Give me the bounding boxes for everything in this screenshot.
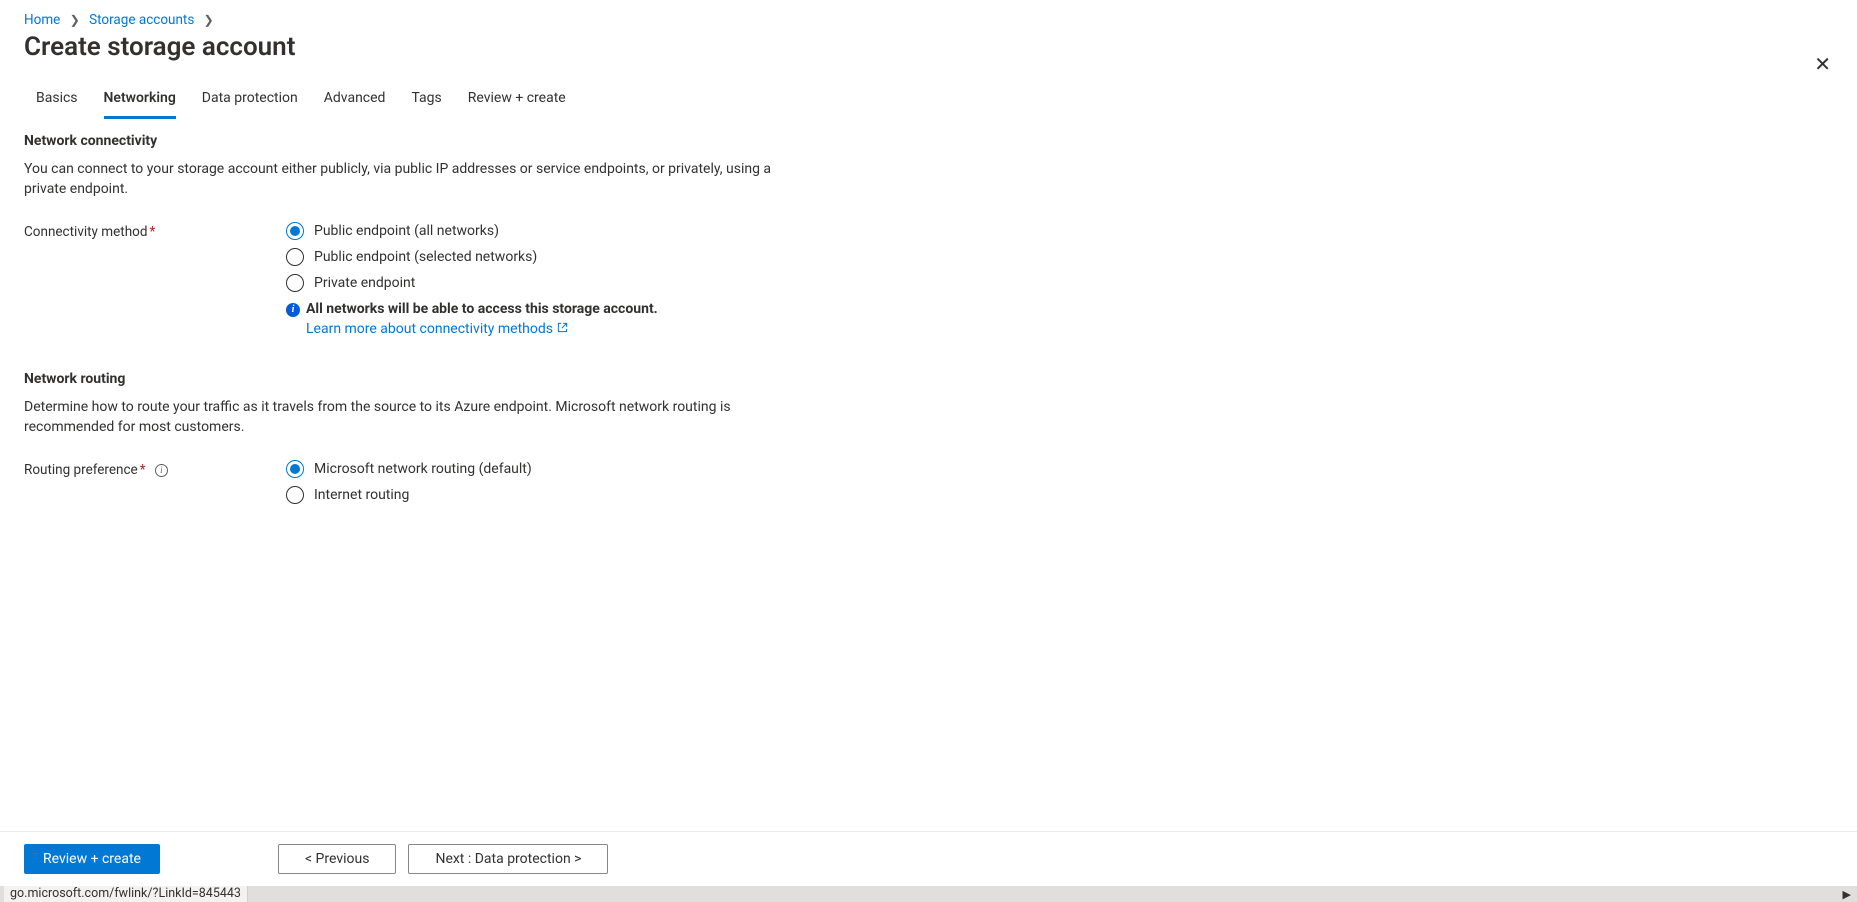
review-create-button[interactable]: Review + create	[24, 844, 160, 874]
section-desc-connectivity: You can connect to your storage account …	[24, 159, 804, 200]
footer-bar: Review + create < Previous Next : Data p…	[0, 831, 1857, 886]
info-connectivity: i All networks will be able to access th…	[286, 300, 1006, 320]
tab-tags[interactable]: Tags	[411, 90, 441, 119]
tab-review-create[interactable]: Review + create	[468, 90, 566, 119]
info-icon: i	[286, 303, 300, 317]
caret-right-icon: ▶	[1843, 888, 1851, 901]
browser-status-bar: go.microsoft.com/fwlink/?LinkId=845443 ▶	[0, 886, 1857, 902]
section-heading-routing: Network routing	[24, 371, 1833, 387]
chevron-right-icon: ❯	[198, 13, 220, 27]
radio-internet-routing[interactable]: Internet routing	[286, 486, 1833, 504]
radio-ms-network-routing[interactable]: Microsoft network routing (default)	[286, 460, 1833, 478]
radio-icon	[286, 248, 304, 266]
label-connectivity-method: Connectivity method*	[24, 222, 286, 240]
tab-networking[interactable]: Networking	[104, 90, 176, 119]
link-learn-more-connectivity[interactable]: Learn more about connectivity methods	[306, 321, 1833, 337]
radio-label: Public endpoint (selected networks)	[314, 249, 537, 265]
radio-icon	[286, 486, 304, 504]
breadcrumb-home[interactable]: Home	[24, 12, 60, 28]
chevron-right-icon: ❯	[64, 13, 86, 27]
radio-public-selected-networks[interactable]: Public endpoint (selected networks)	[286, 248, 1833, 266]
radio-icon	[286, 222, 304, 240]
previous-button[interactable]: < Previous	[278, 844, 396, 874]
breadcrumb-storage-accounts[interactable]: Storage accounts	[89, 12, 194, 28]
page-title: Create storage account	[24, 32, 295, 62]
close-icon[interactable]: ✕	[1808, 48, 1837, 80]
next-button[interactable]: Next : Data protection >	[408, 844, 608, 874]
tab-basics[interactable]: Basics	[36, 90, 78, 119]
tab-advanced[interactable]: Advanced	[324, 90, 386, 119]
tab-data-protection[interactable]: Data protection	[202, 90, 298, 119]
external-link-icon	[557, 321, 568, 337]
radio-icon	[286, 274, 304, 292]
radio-private-endpoint[interactable]: Private endpoint	[286, 274, 1833, 292]
breadcrumb: Home ❯ Storage accounts ❯	[24, 12, 1833, 28]
tabs: Basics Networking Data protection Advanc…	[24, 90, 1833, 119]
radio-label: Private endpoint	[314, 275, 415, 291]
radio-label: Microsoft network routing (default)	[314, 461, 532, 477]
radio-icon	[286, 460, 304, 478]
section-desc-routing: Determine how to route your traffic as i…	[24, 397, 804, 438]
radio-label: Internet routing	[314, 487, 409, 503]
status-url: go.microsoft.com/fwlink/?LinkId=845443	[4, 886, 248, 902]
label-routing-preference: Routing preference* i	[24, 460, 286, 478]
radio-label: Public endpoint (all networks)	[314, 223, 499, 239]
section-heading-connectivity: Network connectivity	[24, 133, 1833, 149]
info-tooltip-icon[interactable]: i	[155, 464, 168, 477]
info-text: All networks will be able to access this…	[306, 300, 658, 320]
radio-public-all-networks[interactable]: Public endpoint (all networks)	[286, 222, 1833, 240]
